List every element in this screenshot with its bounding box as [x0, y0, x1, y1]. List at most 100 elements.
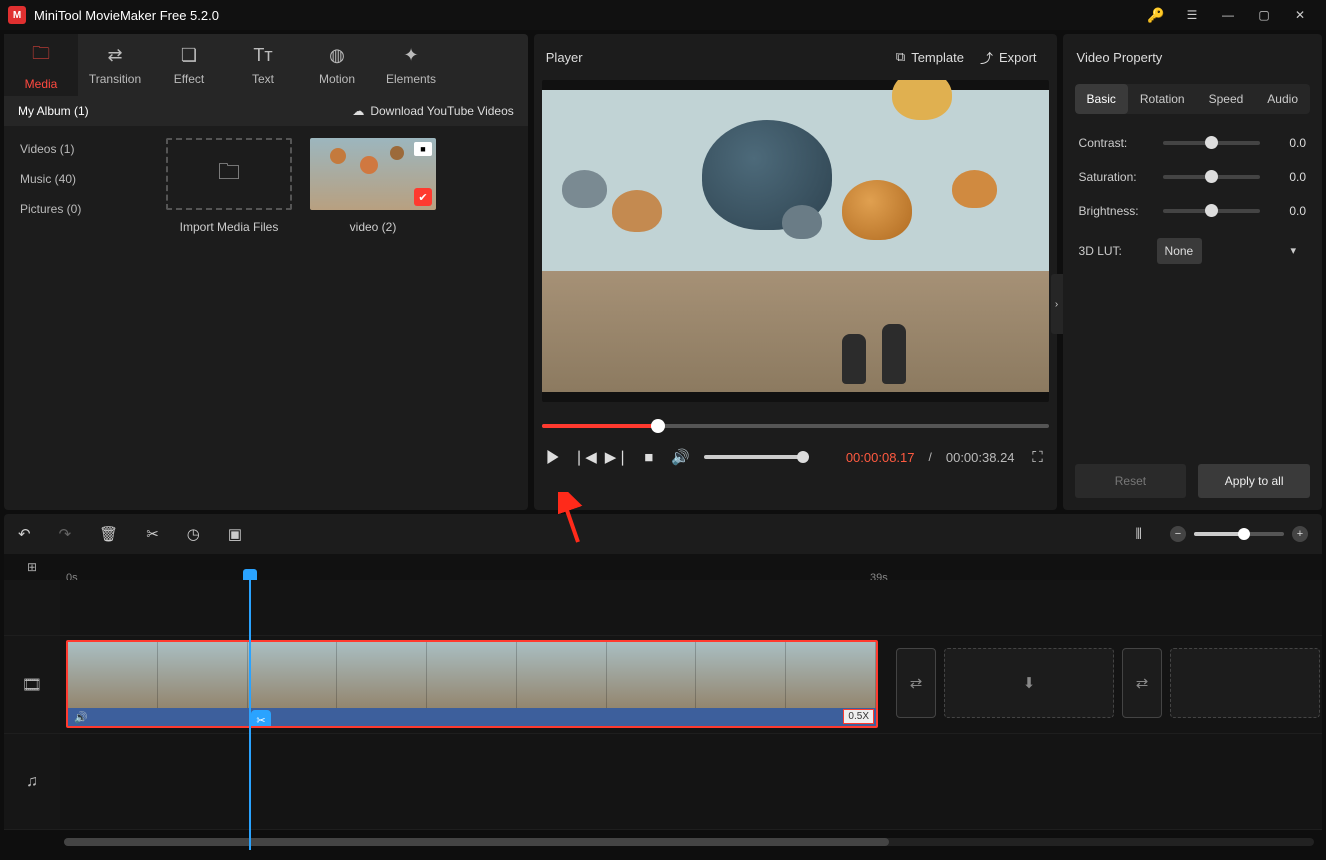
stop-button[interactable]: ■	[640, 449, 658, 466]
apply-to-all-button[interactable]: Apply to all	[1198, 464, 1310, 498]
speed-button[interactable]: ◷	[187, 525, 200, 543]
sparkle-icon: ✦	[403, 45, 418, 66]
activate-key-button[interactable]: 🔑	[1138, 0, 1174, 30]
progress-knob[interactable]	[651, 419, 665, 433]
music-icon: ♫	[26, 773, 38, 791]
tab-effect[interactable]: ❏ Effect	[152, 34, 226, 96]
key-icon: 🔑	[1147, 7, 1164, 24]
lut-row: 3D LUT: None	[1063, 228, 1322, 274]
transition-slot-left[interactable]: ⇄	[896, 648, 936, 718]
export-button[interactable]: ⤴ Export	[972, 42, 1045, 73]
property-panel: › Video Property Basic Rotation Speed Au…	[1063, 34, 1322, 510]
zoom-slider[interactable]	[1194, 532, 1284, 536]
category-music[interactable]: Music (40)	[4, 164, 154, 194]
timeline-tracks: 🎞 🔊 ✂ 0.5X ⇄ ⬇ ⇄ ♫	[4, 580, 1322, 850]
brightness-row: Brightness: 0.0	[1063, 194, 1322, 228]
category-list: Videos (1) Music (40) Pictures (0)	[4, 126, 154, 510]
prev-frame-button[interactable]: ❘◀	[576, 448, 594, 466]
empty-clip-slot[interactable]: ⬇	[944, 648, 1114, 718]
video-preview[interactable]	[542, 80, 1049, 402]
tab-motion[interactable]: ◍ Motion	[300, 34, 374, 96]
hamburger-menu-button[interactable]: ☰	[1174, 0, 1210, 30]
saturation-value: 0.0	[1270, 170, 1306, 184]
volume-button[interactable]: 🔊	[672, 448, 690, 466]
player-title: Player	[546, 50, 888, 65]
speaker-icon: 🔊	[74, 711, 88, 724]
title-bar: M MiniTool MovieMaker Free 5.2.0 🔑 ☰ — ▢…	[0, 0, 1326, 30]
split-button[interactable]: ✂	[146, 525, 159, 543]
split-marker-icon[interactable]: ✂	[251, 710, 271, 728]
contrast-slider[interactable]	[1163, 141, 1260, 145]
next-frame-button[interactable]: ▶❘	[608, 448, 626, 466]
tab-elements[interactable]: ✦ Elements	[374, 34, 448, 96]
tab-media-label: Media	[25, 77, 58, 91]
playback-progress[interactable]	[542, 424, 1049, 428]
tab-text[interactable]: Tᴛ Text	[226, 34, 300, 96]
add-track-button[interactable]: ⊞	[4, 560, 60, 574]
template-button[interactable]: ⧉ Template	[888, 43, 972, 71]
close-icon: ✕	[1295, 8, 1305, 22]
play-button[interactable]	[544, 450, 562, 464]
player-panel: Player ⧉ Template ⤴ Export	[534, 34, 1057, 510]
tab-elements-label: Elements	[386, 72, 436, 86]
playhead-line[interactable]	[249, 580, 251, 850]
check-icon: ✔	[414, 188, 432, 206]
zoom-control: − +	[1170, 526, 1308, 542]
prop-tab-audio[interactable]: Audio	[1255, 84, 1310, 114]
media-thumbnail[interactable]: ■ ✔	[310, 138, 436, 210]
tab-effect-label: Effect	[174, 72, 204, 86]
lut-select[interactable]: None	[1157, 238, 1202, 264]
layers-icon: ❏	[181, 45, 197, 66]
album-name[interactable]: My Album (1)	[18, 104, 352, 118]
time-separator: /	[929, 450, 932, 464]
zoom-out-button[interactable]: −	[1170, 526, 1186, 542]
tab-transition-label: Transition	[89, 72, 141, 86]
tab-media[interactable]: 🗀 Media	[4, 34, 78, 96]
category-videos[interactable]: Videos (1)	[4, 134, 154, 164]
app-title: MiniTool MovieMaker Free 5.2.0	[34, 8, 219, 23]
app-logo-icon: M	[8, 6, 26, 24]
media-grid: 🗀 Import Media Files ■ ✔ video (2)	[154, 126, 528, 510]
video-clip[interactable]: 🔊 ✂ 0.5X	[66, 640, 878, 728]
brightness-slider[interactable]	[1163, 209, 1260, 213]
download-youtube-button[interactable]: ☁ Download YouTube Videos	[352, 104, 513, 118]
reset-button[interactable]: Reset	[1075, 464, 1187, 498]
timeline-toolbar: ↶ ↷ 🗑 ✂ ◷ ▣ ⦀ − +	[4, 514, 1322, 554]
speed-badge: 0.5X	[843, 709, 874, 724]
close-button[interactable]: ✕	[1282, 0, 1318, 30]
saturation-row: Saturation: 0.0	[1063, 160, 1322, 194]
fullscreen-button[interactable]: ⛶	[1029, 449, 1047, 466]
folder-icon: 🗀	[32, 41, 50, 71]
import-media-button[interactable]: 🗀 Import Media Files	[166, 138, 292, 498]
export-icon: ⤴	[980, 48, 993, 67]
prop-tab-basic[interactable]: Basic	[1075, 84, 1128, 114]
prop-tab-rotation[interactable]: Rotation	[1128, 84, 1197, 114]
maximize-button[interactable]: ▢	[1246, 0, 1282, 30]
snap-button[interactable]: ⦀	[1135, 526, 1142, 543]
swap-icon: ⇄	[107, 45, 122, 66]
panel-collapse-button[interactable]: ›	[1051, 274, 1063, 334]
export-label: Export	[999, 50, 1037, 65]
prop-tab-speed[interactable]: Speed	[1197, 84, 1256, 114]
download-youtube-label: Download YouTube Videos	[370, 104, 513, 118]
video-badge-icon: ■	[414, 142, 432, 156]
delete-button[interactable]: 🗑	[99, 525, 118, 543]
category-pictures[interactable]: Pictures (0)	[4, 194, 154, 224]
saturation-slider[interactable]	[1163, 175, 1260, 179]
minimize-icon: —	[1222, 8, 1234, 22]
media-item[interactable]: ■ ✔ video (2)	[310, 138, 436, 498]
minimize-button[interactable]: —	[1210, 0, 1246, 30]
redo-button[interactable]: ↷	[59, 525, 72, 543]
time-total: 00:00:38.24	[946, 450, 1015, 465]
property-tabs: Basic Rotation Speed Audio	[1075, 84, 1310, 114]
album-bar: My Album (1) ☁ Download YouTube Videos	[4, 96, 528, 126]
zoom-in-button[interactable]: +	[1292, 526, 1308, 542]
import-label: Import Media Files	[180, 220, 279, 234]
volume-slider[interactable]	[704, 455, 804, 459]
undo-button[interactable]: ↶	[18, 525, 31, 543]
tab-transition[interactable]: ⇄ Transition	[78, 34, 152, 96]
crop-button[interactable]: ▣	[228, 525, 242, 543]
timeline-scrollbar[interactable]	[64, 838, 1314, 846]
empty-clip-slot-2[interactable]	[1170, 648, 1320, 718]
transition-slot-right[interactable]: ⇄	[1122, 648, 1162, 718]
